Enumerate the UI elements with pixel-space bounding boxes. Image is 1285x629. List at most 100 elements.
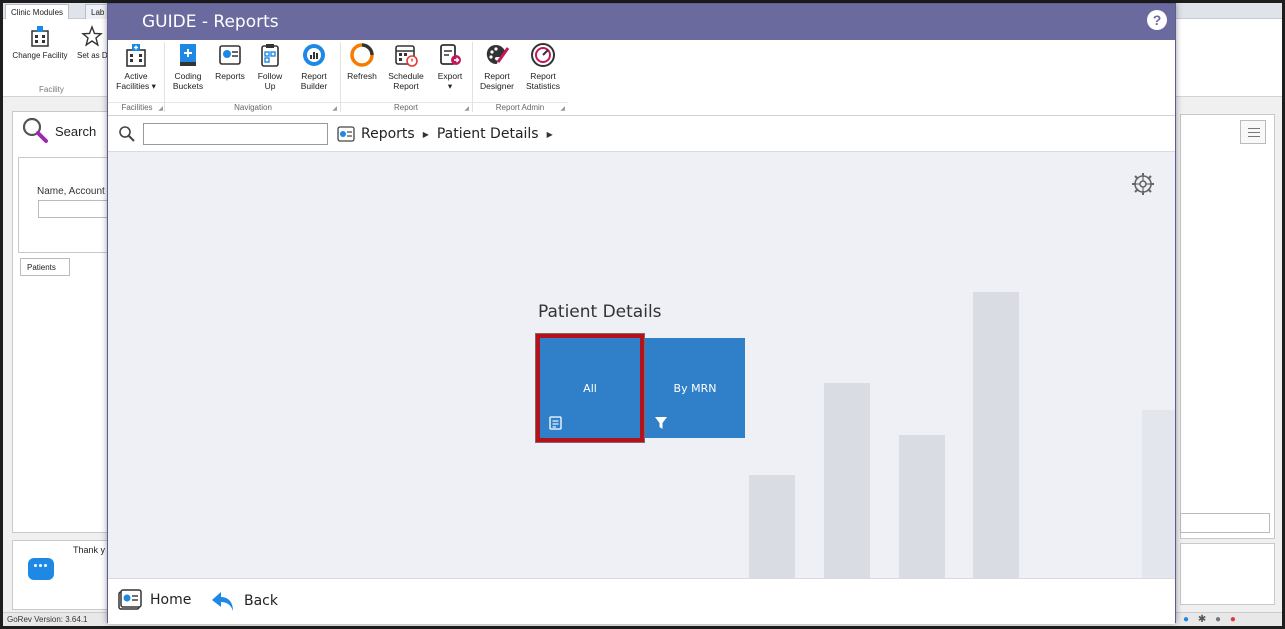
- change-facility-label: Change Facility: [12, 51, 68, 60]
- version-label: GoRev Version: 3.64.1: [7, 615, 88, 624]
- status-icons: ● ✱ ● ●: [1183, 614, 1242, 625]
- dialog-launcher-icon[interactable]: ◢: [158, 105, 163, 112]
- dialog-launcher-icon[interactable]: ◢: [560, 105, 565, 112]
- back-label: Back: [244, 593, 278, 609]
- decorative-bar: [899, 435, 945, 578]
- chat-icon[interactable]: [28, 558, 54, 580]
- facilities-group: Facilities ◢: [108, 102, 166, 114]
- export-button[interactable]: Export ▾: [434, 42, 466, 91]
- chevron-right-icon: ▶: [422, 129, 429, 139]
- report-admin-group-label: Report Admin: [495, 103, 545, 112]
- right-input[interactable]: [1180, 513, 1270, 533]
- reports-window: GUIDE - Reports ? Active Facilities ▾ Co…: [107, 3, 1176, 624]
- breadcrumb-patient-details[interactable]: Patient Details: [437, 126, 539, 142]
- color-wheel-icon[interactable]: ●: [1230, 614, 1236, 625]
- tile-all-label: All: [583, 382, 597, 395]
- gear-icon[interactable]: [1131, 172, 1155, 196]
- building-icon: [126, 44, 146, 67]
- report-icon: [549, 416, 562, 430]
- chart-circle-icon: [303, 44, 325, 66]
- report-group: Report ◢: [340, 102, 472, 114]
- facilities-group-label: Facilities: [121, 103, 153, 112]
- report-icon: [219, 45, 241, 65]
- name-account-label: Name, Account: [37, 186, 105, 197]
- dialog-launcher-icon[interactable]: ◢: [464, 105, 469, 112]
- set-as-default-button[interactable]: Set as Default: [77, 25, 107, 60]
- refresh-label: Refresh: [347, 71, 377, 81]
- tile-by-mrn-label: By MRN: [673, 382, 717, 395]
- home-button[interactable]: Home: [118, 589, 191, 611]
- navigation-group: Navigation ◢: [166, 102, 340, 114]
- title-bar: GUIDE - Reports ?: [108, 4, 1175, 40]
- report-designer-button[interactable]: Report Designer: [478, 42, 516, 91]
- tab-patients[interactable]: Patients: [20, 258, 70, 276]
- right-chat-panel: [1180, 543, 1275, 605]
- dialog-launcher-icon[interactable]: ◢: [332, 105, 337, 112]
- reports-label: Reports: [215, 71, 245, 81]
- set-as-default-label: Set as Default: [77, 51, 107, 60]
- change-facility-button[interactable]: Change Facility: [7, 25, 73, 60]
- chevron-right-icon[interactable]: ▶: [547, 130, 553, 139]
- tile-by-mrn[interactable]: By MRN: [645, 338, 745, 438]
- refresh-icon: [350, 43, 374, 67]
- report-content-area: Patient Details All By MRN: [108, 152, 1175, 578]
- navigation-group-label: Navigation: [234, 103, 272, 112]
- menu-icon[interactable]: [1240, 120, 1266, 144]
- report-builder-button[interactable]: Report Builder: [296, 42, 332, 91]
- search-icon[interactable]: [118, 125, 136, 143]
- search-icon: [22, 117, 48, 143]
- schedule-report-button[interactable]: Schedule Report: [386, 42, 426, 91]
- breadcrumb: Reports ▶ Patient Details ▶: [337, 124, 561, 144]
- report-statistics-button[interactable]: Report Statistics: [522, 42, 564, 91]
- right-panel: [1180, 114, 1275, 539]
- schedule-report-label: Schedule Report: [388, 71, 424, 91]
- tab-clinic-modules[interactable]: Clinic Modules: [5, 4, 70, 19]
- breadcrumb-reports[interactable]: Reports: [361, 126, 415, 142]
- coding-buckets-button[interactable]: Coding Buckets: [170, 42, 206, 91]
- section-title: Patient Details: [538, 302, 662, 322]
- follow-up-label: Follow Up: [257, 71, 283, 91]
- home-label: Home: [150, 592, 192, 608]
- report-group-label: Report: [393, 103, 418, 112]
- decorative-bar: [749, 475, 795, 578]
- refresh-button[interactable]: Refresh: [344, 42, 380, 81]
- bug-icon[interactable]: ✱: [1198, 614, 1206, 625]
- report-icon: [118, 589, 142, 610]
- window-title: GUIDE - Reports: [142, 12, 279, 32]
- back-button[interactable]: Back: [210, 589, 278, 613]
- decorative-bar: [824, 383, 870, 578]
- search-bar: Reports ▶ Patient Details ▶: [108, 116, 1175, 152]
- tile-all[interactable]: All: [536, 334, 644, 442]
- palette-icon: [486, 45, 510, 64]
- back-arrow-icon: [212, 592, 233, 611]
- decorative-bar: [1142, 410, 1175, 578]
- report-statistics-label: Report Statistics: [525, 71, 560, 91]
- search-input[interactable]: [143, 123, 328, 145]
- star-icon: [81, 25, 103, 47]
- reports-ribbon: Active Facilities ▾ Coding Buckets Repor…: [108, 40, 1175, 116]
- gauge-icon: [531, 43, 555, 67]
- footer-bar: Home Back: [108, 578, 1175, 624]
- search-label: Search: [55, 124, 97, 139]
- user-icon[interactable]: ●: [1215, 614, 1221, 625]
- follow-up-button[interactable]: Follow Up: [254, 42, 286, 91]
- clipboard-icon: [261, 44, 279, 67]
- building-icon: [31, 26, 49, 47]
- coding-buckets-label: Coding Buckets: [172, 71, 204, 91]
- export-dropdown-arrow: ▾: [447, 81, 453, 91]
- decorative-bar: [973, 292, 1019, 578]
- report-admin-group: Report Admin ◢: [472, 102, 568, 114]
- filter-icon: [655, 417, 667, 429]
- report-builder-label: Report Builder: [300, 71, 328, 91]
- help-icon[interactable]: ●: [1183, 614, 1189, 625]
- calendar-icon: [395, 45, 418, 67]
- export-label: Export: [437, 71, 463, 81]
- report-icon: [337, 126, 355, 142]
- report-designer-label: Report Designer: [479, 71, 515, 91]
- export-icon: [440, 44, 461, 65]
- name-account-input[interactable]: [38, 200, 110, 218]
- active-facilities-button[interactable]: Active Facilities ▾: [114, 42, 158, 91]
- chat-message: Thank y: [73, 545, 106, 555]
- help-button[interactable]: ?: [1147, 10, 1167, 30]
- reports-button[interactable]: Reports: [212, 42, 248, 81]
